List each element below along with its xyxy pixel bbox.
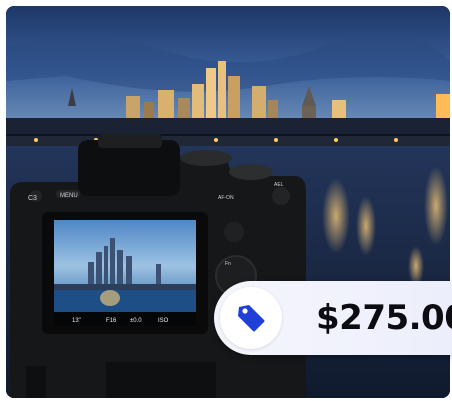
lcd-aperture: F16: [106, 318, 117, 324]
camera-label-ael: AEL: [274, 182, 284, 188]
lcd-exposure: ±0.0: [130, 318, 142, 324]
price-tag-badge: [220, 287, 282, 349]
price-tag: $275.00: [214, 281, 452, 355]
price-value: $275.00: [316, 298, 452, 338]
lcd-shutter: 13": [72, 318, 81, 324]
camera-label-menu: MENU: [60, 193, 78, 199]
camera-lcd: 13" F16 ±0.0 ISO: [42, 212, 208, 334]
viewfinder: [78, 140, 180, 196]
camera-label-fn: Fn: [225, 261, 231, 267]
mode-dial: [180, 150, 232, 166]
price-tag-icon: [238, 305, 265, 332]
camera-label-c3: C3: [28, 195, 37, 202]
lcd-iso: ISO: [158, 318, 169, 324]
camera-label-af-on: AF-ON: [218, 195, 234, 201]
bridge: [6, 136, 450, 146]
